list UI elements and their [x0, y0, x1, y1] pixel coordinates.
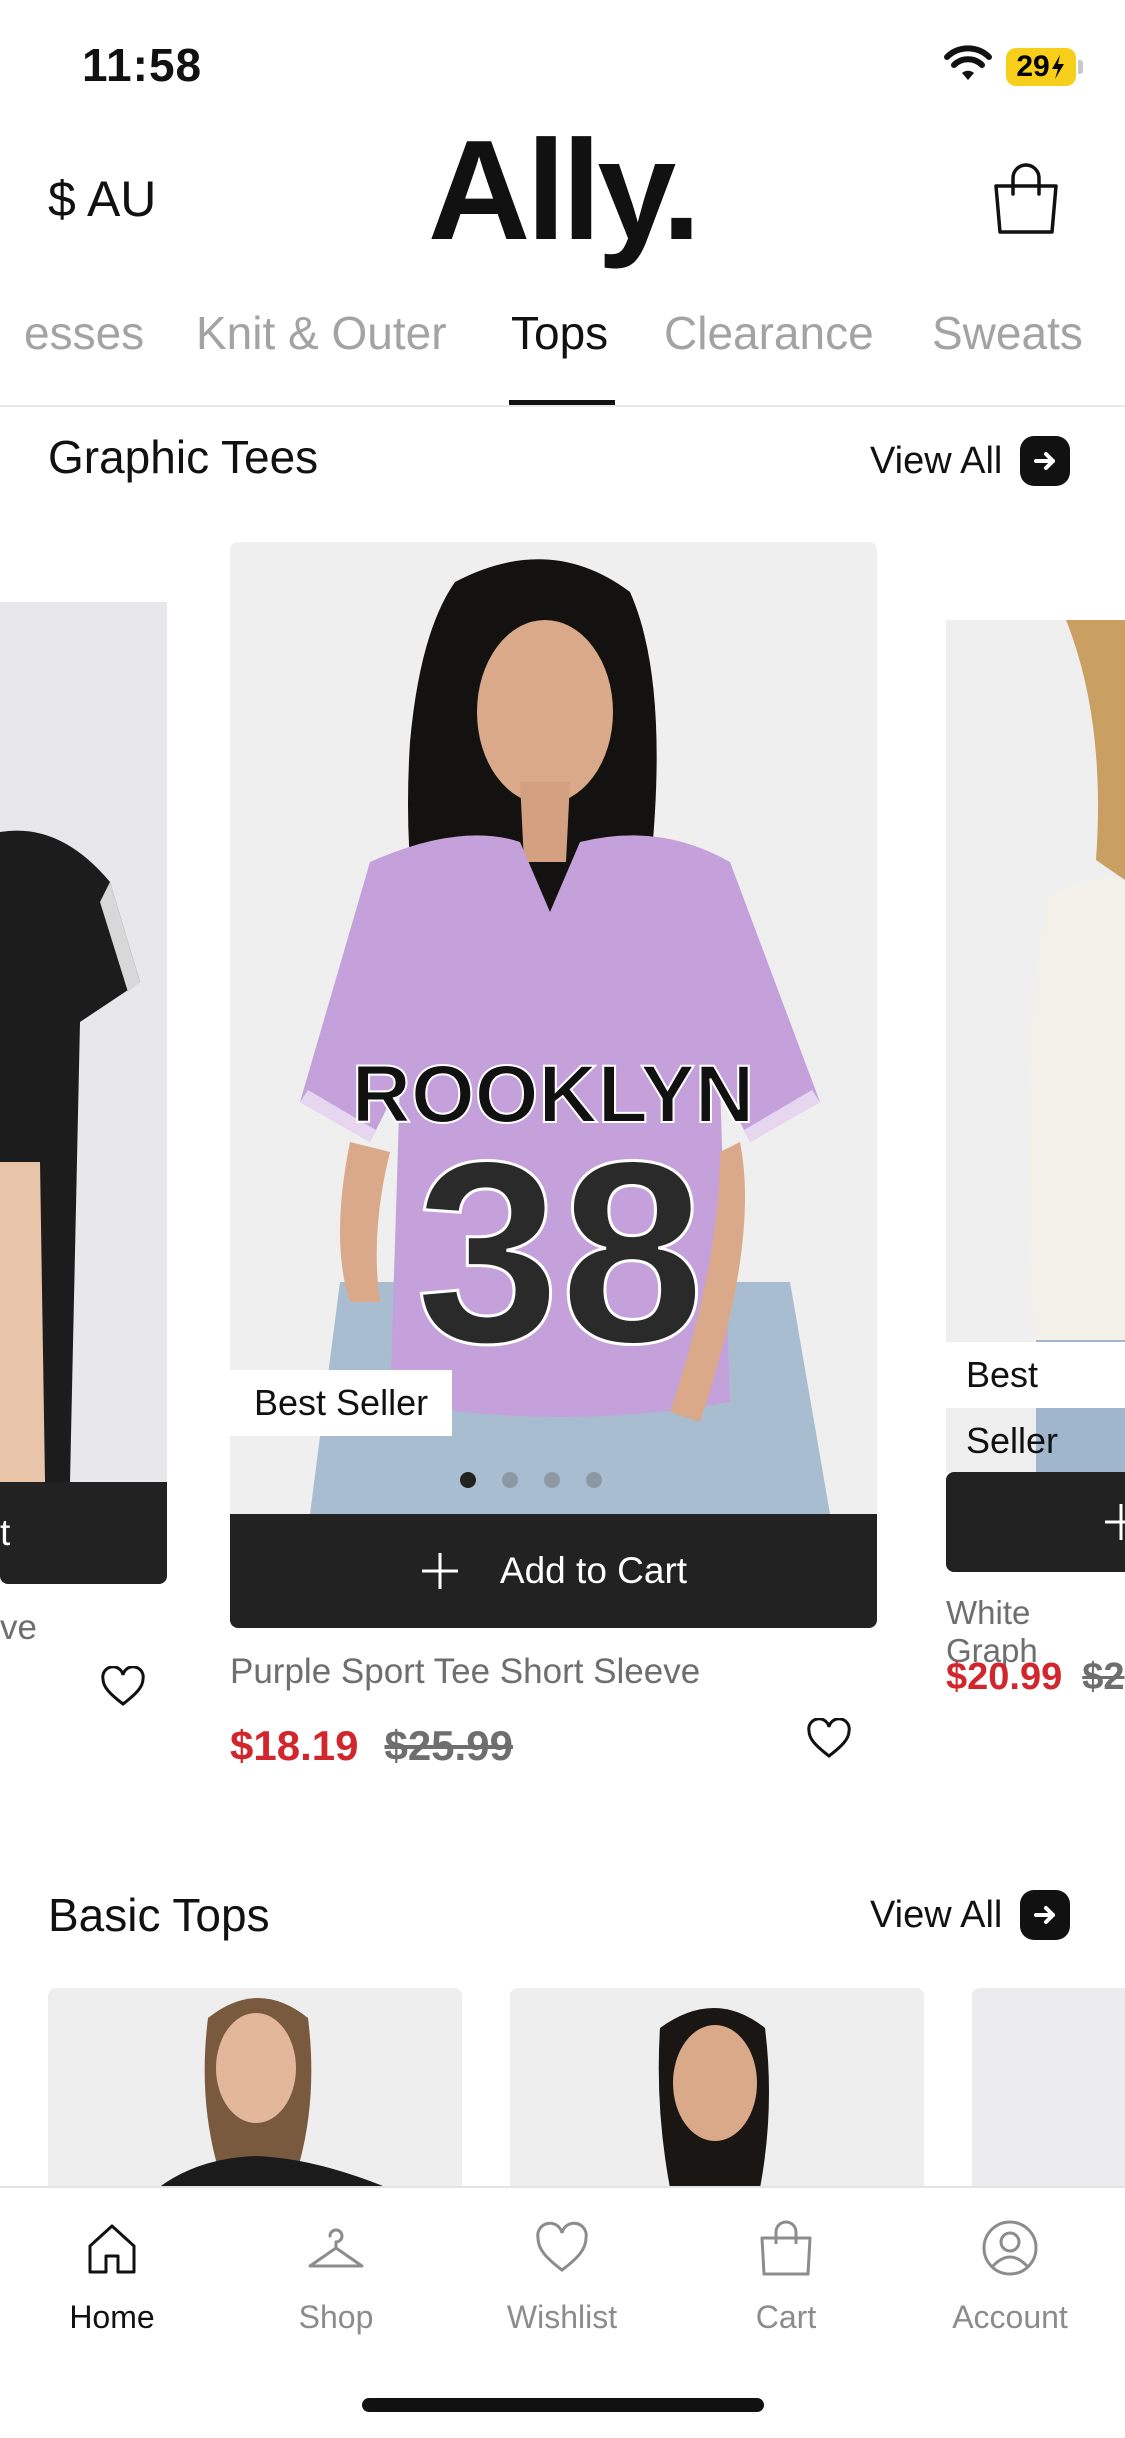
view-all-label: View All — [870, 1893, 1003, 1936]
arrow-right-icon — [1020, 436, 1071, 486]
basic-top-image-1[interactable] — [48, 1988, 462, 2188]
view-all-basic-tops[interactable]: View All — [870, 1890, 1071, 1940]
battery-cap — [1078, 60, 1083, 74]
product-image-main[interactable]: ROOKLYN 38 — [230, 542, 877, 1514]
plus-icon — [421, 1553, 458, 1589]
tab-clearance[interactable]: Clearance — [664, 306, 874, 360]
basic-top-1-photo — [48, 1988, 462, 2188]
product-name[interactable]: Purple Sport Tee Short Sleeve — [230, 1652, 700, 1692]
nav-label: Account — [952, 2299, 1068, 2335]
nav-shop[interactable]: Shop — [246, 2218, 426, 2336]
tab-knit-outer[interactable]: Knit & Outer — [196, 306, 447, 360]
jersey-number: 38 — [415, 1108, 704, 1398]
tab-tops[interactable]: Tops — [511, 306, 608, 360]
nav-label: Wishlist — [506, 2299, 618, 2335]
wifi-icon — [944, 45, 992, 80]
arrow-right-icon — [1020, 1890, 1071, 1940]
tabs-divider — [0, 405, 1125, 407]
nav-home[interactable]: Home — [22, 2218, 202, 2336]
charging-icon — [1051, 55, 1064, 79]
carousel-dot[interactable] — [586, 1472, 602, 1488]
nav-label: Cart — [755, 2299, 817, 2335]
tab-dresses[interactable]: esses — [24, 306, 144, 360]
user-icon — [982, 2220, 1038, 2276]
black-tee-image — [0, 602, 167, 1482]
nav-cart[interactable]: Cart — [696, 2218, 876, 2336]
add-to-cart-button-right[interactable] — [946, 1472, 1125, 1572]
basic-top-image-3[interactable] — [972, 1988, 1125, 2188]
heart-icon[interactable] — [806, 1718, 852, 1760]
shopping-bag-icon[interactable] — [988, 160, 1064, 236]
view-all-graphic-tees[interactable]: View All — [870, 436, 1071, 486]
hanger-icon — [308, 2228, 364, 2268]
plus-icon — [1105, 1504, 1125, 1540]
battery-level: 29 — [1016, 50, 1050, 83]
nav-label: Shop — [298, 2299, 374, 2335]
nav-wishlist[interactable]: Wishlist — [472, 2218, 652, 2336]
best-seller-badge: Best Seller — [946, 1342, 1125, 1461]
view-all-label: View All — [870, 439, 1003, 482]
basic-top-image-2[interactable] — [510, 1988, 924, 2188]
product-price-right: $20.99 $2 — [946, 1656, 1125, 1699]
section-title-graphic-tees: Graphic Tees — [48, 431, 319, 483]
bag-icon — [760, 2220, 812, 2276]
nav-label: Home — [69, 2299, 155, 2335]
category-tabs: esses Knit & Outer Tops Clearance Sweats — [0, 296, 1125, 406]
battery-indicator: 29 — [1006, 48, 1076, 86]
add-to-cart-button[interactable]: Add to Cart — [230, 1514, 877, 1628]
cart-label-fragment: t — [0, 1512, 11, 1553]
original-price: $2 — [1082, 1656, 1125, 1698]
carousel-dot[interactable] — [544, 1472, 560, 1488]
product-name-left: ve — [0, 1608, 37, 1647]
heart-icon[interactable] — [100, 1666, 146, 1708]
tab-sweats[interactable]: Sweats — [932, 306, 1083, 360]
carousel-dots — [460, 1472, 602, 1488]
best-seller-badge: Best Seller — [230, 1370, 453, 1436]
sale-price: $18.19 — [230, 1722, 359, 1769]
product-price: $18.19 $25.99 — [230, 1722, 513, 1770]
brand-logo: Ally. — [427, 111, 701, 270]
carousel-dot[interactable] — [502, 1472, 518, 1488]
carousel-dot[interactable] — [460, 1472, 476, 1488]
status-time: 11:58 — [82, 39, 203, 91]
section-title-basic-tops: Basic Tops — [48, 1889, 270, 1941]
home-indicator[interactable] — [362, 2398, 764, 2412]
home-icon — [88, 2224, 136, 2274]
nav-account[interactable]: Account — [920, 2218, 1100, 2336]
add-to-cart-button-left[interactable]: t — [0, 1482, 167, 1584]
product-image-left[interactable] — [0, 602, 167, 1482]
original-price: $25.99 — [384, 1722, 513, 1769]
purple-tee-image: ROOKLYN 38 — [230, 542, 877, 1514]
sale-price: $20.99 — [946, 1656, 1063, 1698]
add-to-cart-label: Add to Cart — [499, 1550, 688, 1591]
basic-top-2-photo — [510, 1988, 924, 2188]
heart-icon — [536, 2221, 588, 2272]
